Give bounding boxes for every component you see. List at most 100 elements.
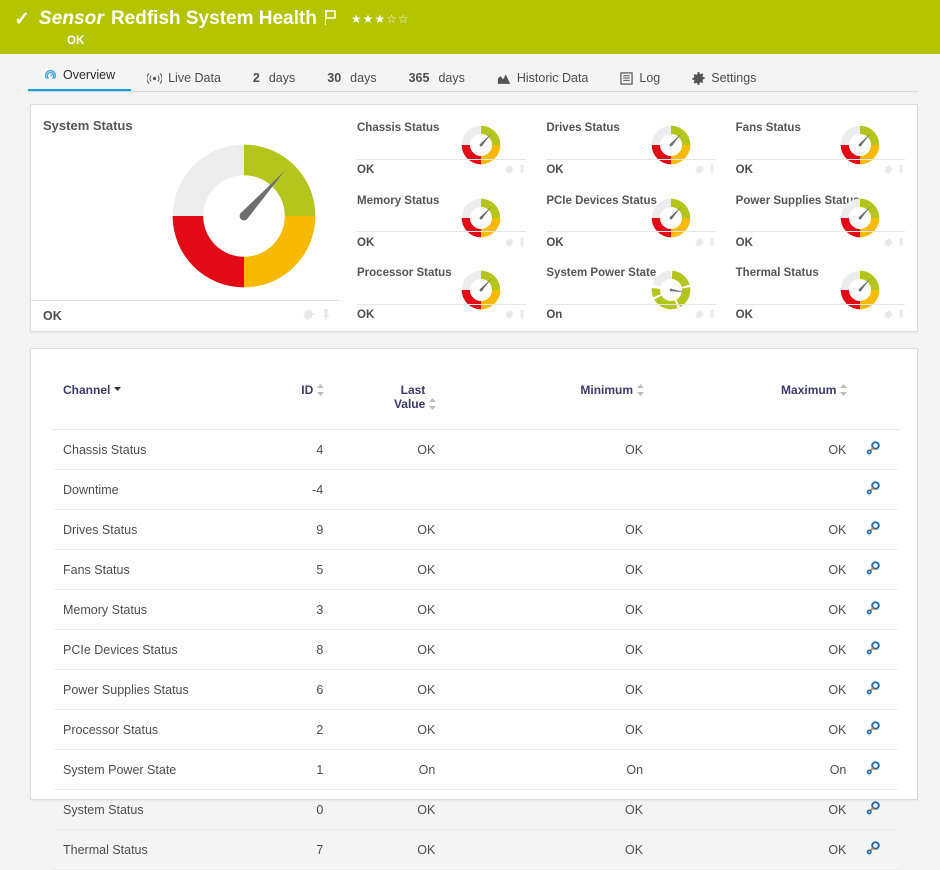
cell-id: 8 <box>252 630 326 670</box>
column-header-channel[interactable]: Channel <box>53 377 252 430</box>
cell-maximum: OK <box>647 630 850 670</box>
cell-id: 7 <box>252 830 326 870</box>
cell-id: 9 <box>252 510 326 550</box>
gear-settings-icon[interactable] <box>866 720 882 739</box>
pin-icon[interactable] <box>518 306 526 324</box>
sort-desc-icon[interactable] <box>113 383 120 395</box>
gear-icon[interactable] <box>695 234 704 252</box>
gear-icon[interactable] <box>505 234 514 252</box>
sort-both-icon[interactable] <box>839 383 846 397</box>
pin-icon[interactable] <box>321 307 331 325</box>
cell-channel: Power Supplies Status <box>53 670 252 710</box>
column-header-maximum[interactable]: Maximum <box>647 377 850 430</box>
table-row[interactable]: Chassis Status4OKOKOK <box>53 430 899 470</box>
column-header-last-value[interactable]: Last Value <box>325 377 439 430</box>
gear-icon[interactable] <box>505 161 514 179</box>
tab-days[interactable]: 2days <box>237 54 311 92</box>
cell-actions[interactable] <box>850 470 899 510</box>
cell-actions[interactable] <box>850 590 899 630</box>
table-row[interactable]: Fans Status5OKOKOK <box>53 550 899 590</box>
cell-last-value: OK <box>325 590 439 630</box>
gauge-value-power-supplies-status: OK <box>736 237 753 249</box>
sort-both-icon[interactable] <box>316 383 323 397</box>
cell-actions[interactable] <box>850 790 899 830</box>
column-header-id[interactable]: ID <box>252 377 326 430</box>
gear-icon[interactable] <box>303 307 314 325</box>
table-row[interactable]: Memory Status3OKOKOK <box>53 590 899 630</box>
gauge-tools <box>695 234 716 252</box>
gauge-title-processor-status: Processor Status <box>357 267 452 279</box>
cell-last-value: OK <box>325 630 439 670</box>
cell-actions[interactable] <box>850 750 899 790</box>
table-header-row: Channel ID <box>53 377 899 430</box>
cell-actions[interactable] <box>850 630 899 670</box>
gauge-value-pcie-devices-status: OK <box>546 237 563 249</box>
gear-icon <box>692 72 705 85</box>
tab-overview[interactable]: Overview <box>28 54 131 92</box>
gear-icon[interactable] <box>695 161 704 179</box>
gear-icon[interactable] <box>884 161 893 179</box>
cell-actions[interactable] <box>850 430 899 470</box>
pin-icon[interactable] <box>897 234 905 252</box>
gear-settings-icon[interactable] <box>866 840 882 859</box>
cell-actions[interactable] <box>850 550 899 590</box>
gear-settings-icon[interactable] <box>866 560 882 579</box>
gauge-footer-drives-status: OK <box>546 159 715 177</box>
column-label-maximum: Maximum <box>781 383 836 397</box>
gauge-footer-memory-status: OK <box>357 231 526 249</box>
cell-id: -4 <box>252 470 326 510</box>
tab-days[interactable]: 30days <box>311 54 392 92</box>
gear-settings-icon[interactable] <box>866 800 882 819</box>
tab-label: Historic Data <box>517 71 589 85</box>
column-label-minimum: Minimum <box>580 383 633 397</box>
gear-settings-icon[interactable] <box>866 480 882 499</box>
column-header-minimum[interactable]: Minimum <box>439 377 647 430</box>
tab-historic-data[interactable]: Historic Data <box>481 54 605 92</box>
gear-icon[interactable] <box>884 306 893 324</box>
gear-icon[interactable] <box>505 306 514 324</box>
table-row[interactable]: PCIe Devices Status8OKOKOK <box>53 630 899 670</box>
cell-last-value: OK <box>325 790 439 830</box>
column-label-last-line2: Value <box>394 397 425 411</box>
gear-icon[interactable] <box>884 234 893 252</box>
gear-settings-icon[interactable] <box>866 760 882 779</box>
cell-minimum: OK <box>439 710 647 750</box>
cell-actions[interactable] <box>850 830 899 870</box>
cell-actions[interactable] <box>850 710 899 750</box>
gear-icon[interactable] <box>695 306 704 324</box>
sort-both-icon[interactable] <box>428 397 435 411</box>
flag-icon[interactable] <box>324 10 337 29</box>
table-row[interactable]: Drives Status9OKOKOK <box>53 510 899 550</box>
gear-settings-icon[interactable] <box>866 680 882 699</box>
column-label-channel: Channel <box>63 383 110 397</box>
pin-icon[interactable] <box>708 306 716 324</box>
channels-table: Channel ID <box>53 377 899 870</box>
pin-icon[interactable] <box>897 306 905 324</box>
pin-icon[interactable] <box>518 234 526 252</box>
table-row[interactable]: System Status0OKOKOK <box>53 790 899 830</box>
table-row[interactable]: Power Supplies Status6OKOKOK <box>53 670 899 710</box>
tab-settings[interactable]: Settings <box>676 54 772 92</box>
table-row[interactable]: Downtime-4 <box>53 470 899 510</box>
gear-settings-icon[interactable] <box>866 440 882 459</box>
pin-icon[interactable] <box>897 161 905 179</box>
gauge-title-fans-status: Fans Status <box>736 122 801 134</box>
tab-log[interactable]: Log <box>604 54 676 92</box>
table-row[interactable]: Processor Status2OKOKOK <box>53 710 899 750</box>
cell-last-value: OK <box>325 510 439 550</box>
priority-stars[interactable]: ★★★☆☆ <box>351 13 410 25</box>
pin-icon[interactable] <box>518 161 526 179</box>
pin-icon[interactable] <box>708 161 716 179</box>
tab-days[interactable]: 365days <box>393 54 481 92</box>
table-row[interactable]: Thermal Status7OKOKOK <box>53 830 899 870</box>
sort-both-icon[interactable] <box>636 383 643 397</box>
cell-id: 5 <box>252 550 326 590</box>
pin-icon[interactable] <box>708 234 716 252</box>
cell-actions[interactable] <box>850 510 899 550</box>
gear-settings-icon[interactable] <box>866 640 882 659</box>
tab-live-data[interactable]: Live Data <box>131 54 237 92</box>
cell-actions[interactable] <box>850 670 899 710</box>
gear-settings-icon[interactable] <box>866 600 882 619</box>
gear-settings-icon[interactable] <box>866 520 882 539</box>
table-row[interactable]: System Power State1OnOnOn <box>53 750 899 790</box>
